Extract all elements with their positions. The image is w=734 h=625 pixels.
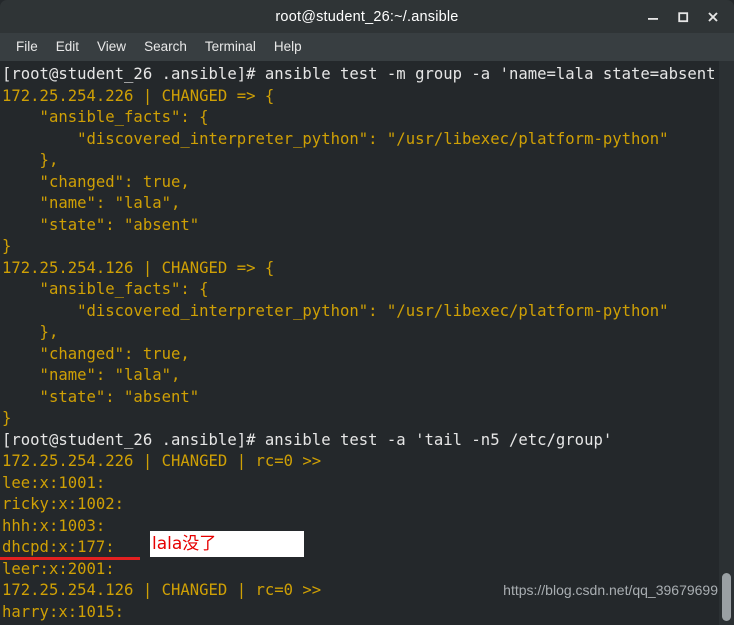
terminal-line: } — [2, 409, 12, 427]
terminal-line-container: [root@student_26 .ansible]# ansible test… — [2, 64, 734, 625]
terminal-line: 172.25.254.226 | CHANGED | rc=0 >> — [2, 452, 322, 470]
menu-item-terminal[interactable]: Terminal — [196, 36, 265, 58]
terminal-window: root@student_26:~/.ansible File Edit Vie… — [0, 0, 734, 625]
maximize-icon — [678, 11, 689, 22]
terminal-line: "changed": true, — [2, 344, 190, 363]
window-controls — [638, 0, 728, 33]
menu-item-help[interactable]: Help — [265, 36, 311, 58]
watermark: https://blog.csdn.net/qq_39679699 — [503, 582, 718, 598]
window-title: root@student_26:~/.ansible — [275, 8, 459, 25]
close-button[interactable] — [698, 0, 728, 33]
terminal-line: ricky:x:1002: — [2, 495, 125, 513]
terminal-line: [root@student_26 .ansible]# ansible test… — [2, 65, 725, 83]
terminal-line: "ansible_facts": { — [2, 108, 209, 126]
terminal-line: } — [2, 237, 12, 255]
menu-item-search[interactable]: Search — [135, 36, 196, 58]
terminal-line: [root@student_26 .ansible]# ansible test… — [2, 430, 613, 449]
terminal-line: "state": "absent" — [2, 387, 200, 406]
terminal-line: 172.25.254.126 | CHANGED => { — [2, 258, 275, 277]
terminal-line: }, — [2, 151, 59, 169]
menu-bar: File Edit View Search Terminal Help — [0, 33, 734, 61]
terminal-line: "name": "lala", — [2, 366, 181, 384]
terminal-line: "name": "lala", — [2, 194, 181, 212]
terminal-line: hhh:x:1003: — [2, 516, 106, 535]
title-bar: root@student_26:~/.ansible — [0, 0, 734, 33]
annotation-callout: lala没了 — [150, 531, 304, 557]
terminal-line: lee:x:1001: — [2, 473, 106, 492]
terminal-line: "changed": true, — [2, 172, 190, 191]
terminal-line: harry:x:1015: — [2, 602, 125, 621]
terminal-line: "discovered_interpreter_python": "/usr/l… — [2, 129, 669, 148]
close-icon — [708, 11, 718, 22]
maximize-button[interactable] — [668, 0, 698, 33]
minimize-button[interactable] — [638, 0, 668, 33]
annotation-label: lala没了 — [152, 534, 217, 554]
menu-item-view[interactable]: View — [88, 36, 135, 58]
terminal-line: "ansible_facts": { — [2, 280, 209, 298]
terminal-scrollbar[interactable] — [719, 61, 734, 625]
terminal-line: "discovered_interpreter_python": "/usr/l… — [2, 301, 669, 320]
annotation-underline — [0, 557, 140, 560]
terminal-line: "state": "absent" — [2, 215, 200, 234]
terminal-line: leer:x:2001: — [2, 559, 115, 578]
terminal-output[interactable]: [root@student_26 .ansible]# ansible test… — [0, 61, 734, 625]
terminal-line: 172.25.254.226 | CHANGED => { — [2, 86, 275, 105]
menu-item-edit[interactable]: Edit — [47, 36, 88, 58]
minimize-icon — [648, 17, 658, 20]
terminal-line: }, — [2, 323, 59, 341]
menu-item-file[interactable]: File — [7, 36, 47, 58]
terminal-line: dhcpd:x:177: — [2, 538, 115, 556]
scrollbar-thumb[interactable] — [722, 573, 731, 621]
